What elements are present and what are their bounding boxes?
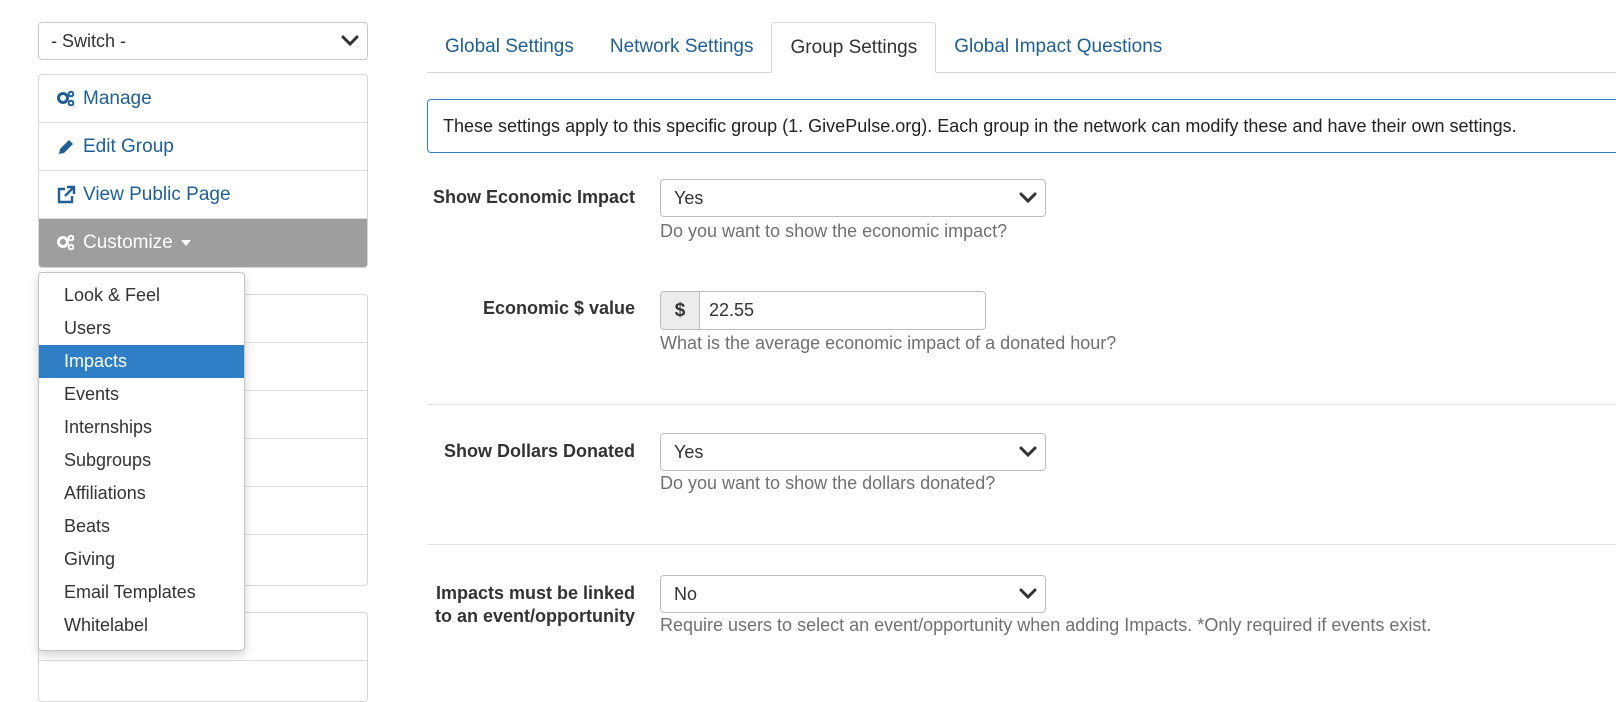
impacts-linked-help: Require users to select an event/opportu… <box>660 615 1432 635</box>
impacts-linked-select[interactable]: No <box>660 575 1046 613</box>
chevron-down-icon <box>1019 446 1037 458</box>
impacts-linked-label-line2: to an event/opportunity <box>435 606 635 626</box>
group-admin-menu: Manage Edit Group View Public Page Custo… <box>38 74 368 268</box>
dropdown-item-impacts[interactable]: Impacts <box>39 345 244 378</box>
info-alert: These settings apply to this specific gr… <box>427 99 1616 153</box>
show-economic-impact-help: Do you want to show the economic impact? <box>660 221 1008 241</box>
dropdown-item-look-and-feel[interactable]: Look & Feel <box>39 279 244 312</box>
info-alert-text: These settings apply to this specific gr… <box>443 115 1517 136</box>
menu-item-label: Manage <box>83 87 152 109</box>
show-dollars-donated-help: Do you want to show the dollars donated? <box>660 473 996 493</box>
tab-global-settings[interactable]: Global Settings <box>427 22 592 72</box>
show-dollars-donated-select[interactable]: Yes <box>660 433 1046 471</box>
show-economic-impact-select[interactable]: Yes <box>660 179 1046 217</box>
dropdown-item-affiliations[interactable]: Affiliations <box>39 477 244 510</box>
section-divider <box>427 544 1616 545</box>
menu-item-label: Customize <box>83 232 173 253</box>
select-value: No <box>674 583 698 604</box>
customize-dropdown-menu: Look & Feel Users Impacts Events Interns… <box>38 272 245 651</box>
menu-item-label: View Public Page <box>83 183 231 205</box>
dropdown-item-subgroups[interactable]: Subgroups <box>39 444 244 477</box>
gears-icon <box>56 89 76 109</box>
menu-item-label: Edit Group <box>83 135 174 157</box>
settings-tabs: Global Settings Network Settings Group S… <box>427 22 1616 73</box>
economic-value-label: Economic $ value <box>482 298 635 318</box>
menu-item-edit-group[interactable]: Edit Group <box>39 123 367 171</box>
dropdown-item-beats[interactable]: Beats <box>39 510 244 543</box>
menu-item-view-public-page[interactable]: View Public Page <box>39 171 367 219</box>
tab-global-impact-questions[interactable]: Global Impact Questions <box>936 22 1180 72</box>
pencil-icon <box>56 137 76 157</box>
economic-value-input[interactable] <box>700 291 986 330</box>
dropdown-item-events[interactable]: Events <box>39 378 244 411</box>
switch-select-value: - Switch - <box>51 30 127 51</box>
external-link-icon <box>56 185 76 205</box>
select-value: Yes <box>674 441 704 462</box>
dropdown-item-whitelabel[interactable]: Whitelabel <box>39 609 244 642</box>
dropdown-item-users[interactable]: Users <box>39 312 244 345</box>
menu-item-manage[interactable]: Manage <box>39 75 367 123</box>
group-switch-select[interactable]: - Switch - <box>38 22 368 60</box>
chevron-down-icon <box>341 35 359 47</box>
show-dollars-donated-label: Show Dollars Donated <box>443 441 635 461</box>
dollar-prefix-addon: $ <box>660 291 700 330</box>
chevron-down-icon <box>1019 192 1037 204</box>
impacts-linked-label: Impacts must be linked to an event/oppor… <box>395 582 635 628</box>
economic-value-input-group: $ <box>660 291 986 330</box>
select-value: Yes <box>674 187 704 208</box>
menu-item-customize[interactable]: Customize <box>39 219 367 267</box>
section-divider <box>427 404 1616 405</box>
dropdown-item-internships[interactable]: Internships <box>39 411 244 444</box>
tab-group-settings[interactable]: Group Settings <box>771 22 937 73</box>
caret-down-icon <box>180 240 191 246</box>
impacts-linked-label-line1: Impacts must be linked <box>435 583 635 603</box>
chevron-down-icon <box>1019 588 1037 600</box>
dropdown-item-giving[interactable]: Giving <box>39 543 244 576</box>
dropdown-item-email-templates[interactable]: Email Templates <box>39 576 244 609</box>
show-economic-impact-label: Show Economic Impact <box>432 187 635 207</box>
economic-value-help: What is the average economic impact of a… <box>660 333 1117 353</box>
gears-icon <box>56 233 76 253</box>
tab-network-settings[interactable]: Network Settings <box>592 22 772 72</box>
